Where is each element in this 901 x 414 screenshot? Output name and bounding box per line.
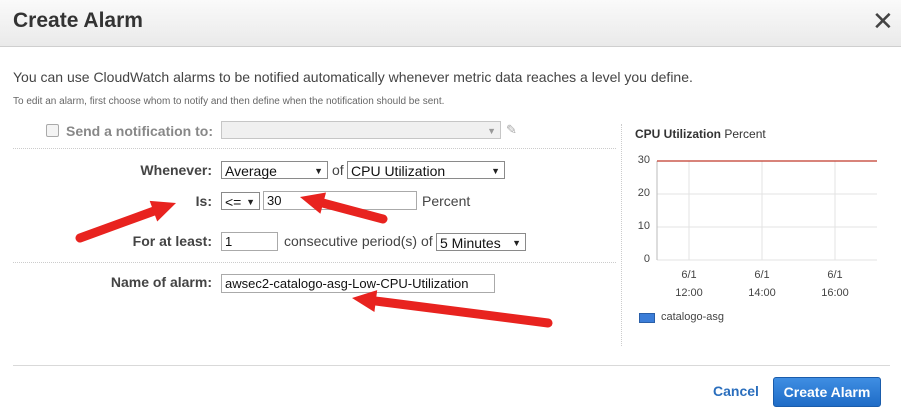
chevron-down-icon: ▼ [491, 166, 500, 176]
legend-swatch [639, 313, 655, 323]
of-text: of [332, 162, 344, 178]
x-tick-date: 6/1 [681, 269, 697, 281]
chart-title-unit: Percent [724, 127, 766, 141]
x-tick-time: 12:00 [675, 287, 703, 299]
x-tick-time: 14:00 [748, 287, 776, 299]
chevron-down-icon: ▼ [246, 197, 255, 207]
subintro-text: To edit an alarm, first choose whom to n… [13, 96, 445, 107]
period-length-select[interactable]: 5 Minutes ▼ [436, 233, 526, 251]
divider [13, 262, 616, 263]
periods-input[interactable]: 1 [221, 232, 278, 251]
x-tick-date: 6/1 [754, 269, 770, 281]
x-tick-date: 6/1 [827, 269, 843, 281]
operator-select-value: <= [225, 194, 242, 210]
unit-text: Percent [422, 193, 471, 209]
panel-divider [621, 124, 622, 346]
name-of-alarm-label: Name of alarm: [110, 274, 212, 290]
dialog-header: Create Alarm ✕ [0, 0, 901, 47]
whenever-label: Whenever: [140, 162, 212, 178]
y-tick-label: 10 [637, 220, 650, 232]
metric-select-value: CPU Utilization [351, 163, 446, 179]
statistic-select[interactable]: Average ▼ [221, 161, 328, 179]
legend-label: catalogo-asg [661, 311, 724, 323]
cancel-button[interactable]: Cancel [713, 383, 759, 399]
alarm-name-input[interactable]: awsec2-catalogo-asg-Low-CPU-Utilization [221, 274, 495, 293]
divider [13, 148, 616, 149]
y-tick-label: 30 [637, 154, 650, 166]
x-tick-time: 16:00 [821, 287, 849, 299]
edit-topic-icon[interactable]: ✎ [506, 122, 517, 138]
arrow-to-alarm-name [352, 290, 553, 328]
x-tick-label: 6/1 12:00 [669, 266, 709, 302]
threshold-input[interactable]: 30 [263, 191, 417, 210]
chart-title: CPU Utilization Percent [635, 127, 766, 141]
close-icon[interactable]: ✕ [872, 7, 894, 35]
periods-text: consecutive period(s) of [284, 233, 433, 249]
is-label: Is: [195, 193, 212, 209]
chevron-down-icon: ▼ [512, 238, 521, 248]
x-tick-label: 6/1 14:00 [742, 266, 782, 302]
metric-select[interactable]: CPU Utilization ▼ [347, 161, 505, 179]
for-at-least-label: For at least: [132, 233, 212, 249]
send-notification-label: Send a notification to: [66, 123, 213, 139]
footer-divider [13, 365, 890, 366]
intro-text: You can use CloudWatch alarms to be noti… [13, 69, 693, 85]
statistic-select-value: Average [225, 163, 277, 179]
chart-title-metric: CPU Utilization [635, 127, 721, 141]
notification-select[interactable]: ▼ [221, 121, 501, 139]
send-notification-checkbox[interactable] [46, 124, 59, 137]
period-length-select-value: 5 Minutes [440, 235, 501, 251]
dialog-title: Create Alarm [13, 9, 143, 32]
operator-select[interactable]: <= ▼ [221, 192, 260, 210]
chevron-down-icon: ▼ [314, 166, 323, 176]
y-tick-label: 0 [643, 253, 650, 265]
y-tick-label: 20 [637, 187, 650, 199]
create-alarm-button[interactable]: Create Alarm [773, 377, 881, 407]
x-tick-label: 6/1 16:00 [815, 266, 855, 302]
chevron-down-icon: ▼ [487, 126, 496, 136]
